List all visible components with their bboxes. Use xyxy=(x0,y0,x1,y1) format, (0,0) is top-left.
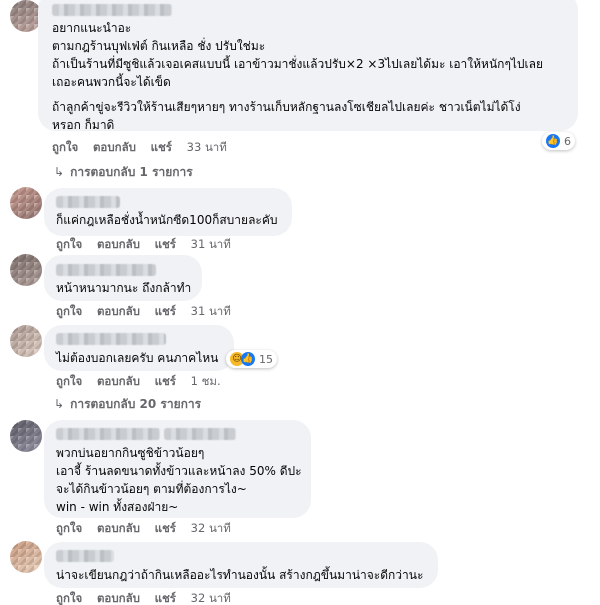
avatar[interactable] xyxy=(10,420,42,452)
reply-button[interactable]: ตอบกลับ xyxy=(97,591,140,605)
replies-label: การตอบกลับ 20 รายการ xyxy=(70,397,202,411)
avatar[interactable] xyxy=(10,541,42,573)
reply-arrow-icon: ↳ xyxy=(54,165,65,179)
comment-text: ตามกฎร้านบุฟเฟ่ต์ กินเหลือ ชั่ง ปรับใช่ม… xyxy=(52,39,266,53)
commenter-name[interactable] xyxy=(56,196,120,208)
comment-actions: ถูกใจ ตอบกลับ แชร์ 31 นาที xyxy=(56,304,242,318)
like-button[interactable]: ถูกใจ xyxy=(52,140,78,154)
comment-text: ถ้าเป็นร้านที่มีซูชิแล้วเจอเคสแบบนี้ เอา… xyxy=(52,57,544,71)
share-button[interactable]: แชร์ xyxy=(155,304,176,318)
reply-button[interactable]: ตอบกลับ xyxy=(97,374,140,388)
like-icon: 👍 xyxy=(241,352,255,366)
timestamp[interactable]: 32 นาที xyxy=(191,591,231,605)
comment-text: ก็แค่กฎเหลือชั่งน้ำหนักซีด100ก็สบายละคับ xyxy=(56,213,278,227)
commenter-name[interactable] xyxy=(56,333,166,345)
comment-text: ถ้าลูกค้าขู่จะรีวิวให้ร้านเสียๆหายๆ ทางร… xyxy=(52,100,521,114)
commenter-name[interactable] xyxy=(56,264,156,276)
comment-text: น่าจะเขียนกฎว่าถ้ากินเหลืออะไรทำนองนั้น … xyxy=(56,568,424,582)
reaction-summary[interactable]: ☺ 👍 15 xyxy=(226,350,277,368)
share-button[interactable]: แชร์ xyxy=(155,374,176,388)
share-button[interactable]: แชร์ xyxy=(155,591,176,605)
comment-text: พวกบ่นอยากกินซูชิข้าวน้อยๆ xyxy=(56,446,205,460)
comment-text: win - win ทั้งสองฝ่าย~ xyxy=(56,500,179,514)
comment-text: เอาจี้ ร้านลดขนาดทั้งข้าวและหน้าลง 50% ด… xyxy=(56,464,302,478)
reaction-count: 15 xyxy=(259,352,273,366)
comment-text: ไม่ต้องบอกเลยครับ คนภาคไหน xyxy=(56,351,219,365)
comment-actions: ถูกใจ ตอบกลับ แชร์ 32 นาที xyxy=(56,591,242,605)
timestamp[interactable]: 33 นาที xyxy=(187,140,227,154)
timestamp[interactable]: 32 นาที xyxy=(191,521,231,535)
reply-arrow-icon: ↳ xyxy=(54,397,65,411)
reply-button[interactable]: ตอบกลับ xyxy=(97,237,140,251)
reaction-summary[interactable]: 👍 6 xyxy=(542,132,575,150)
like-button[interactable]: ถูกใจ xyxy=(56,591,82,605)
avatar[interactable] xyxy=(10,254,42,286)
reply-button[interactable]: ตอบกลับ xyxy=(93,140,136,154)
comment-actions: ถูกใจ ตอบกลับ แชร์ 1 ชม. xyxy=(56,374,232,388)
reply-button[interactable]: ตอบกลับ xyxy=(97,304,140,318)
comment-text: หรอก ก็มาดิ xyxy=(52,118,115,132)
comment-actions: ถูกใจ ตอบกลับ แชร์ 33 นาที xyxy=(52,140,238,154)
comment-actions: ถูกใจ ตอบกลับ แชร์ 32 นาที xyxy=(56,521,242,535)
like-button[interactable]: ถูกใจ xyxy=(56,304,82,318)
view-replies-link[interactable]: ↳ การตอบกลับ 20 รายการ xyxy=(54,397,201,411)
reaction-count: 6 xyxy=(564,134,571,148)
comment-text: หน้าหนามากนะ ถึงกล้าทำ xyxy=(56,281,192,295)
commenter-name[interactable] xyxy=(56,550,114,562)
comment-text: จะได้กินข้าวน้อยๆ ตามที่ต้องการไง~ xyxy=(56,482,247,496)
timestamp[interactable]: 31 นาที xyxy=(191,237,231,251)
like-button[interactable]: ถูกใจ xyxy=(56,374,82,388)
commenter-name[interactable] xyxy=(52,4,172,16)
like-icon: 👍 xyxy=(546,134,560,148)
share-button[interactable]: แชร์ xyxy=(151,140,172,154)
replies-label: การตอบกลับ 1 รายการ xyxy=(70,165,193,179)
share-button[interactable]: แชร์ xyxy=(155,521,176,535)
comment-text: อยากแนะนำอะ xyxy=(52,21,132,35)
timestamp[interactable]: 1 ชม. xyxy=(191,374,221,388)
commenter-name[interactable] xyxy=(56,428,160,440)
comment-text: เถอะคนพวกนี้จะได้เข็ด xyxy=(52,75,171,89)
avatar[interactable] xyxy=(10,325,42,357)
commenter-name-extra xyxy=(164,428,236,440)
view-replies-link[interactable]: ↳ การตอบกลับ 1 รายการ xyxy=(54,165,193,179)
timestamp[interactable]: 31 นาที xyxy=(191,304,231,318)
like-button[interactable]: ถูกใจ xyxy=(56,521,82,535)
avatar[interactable] xyxy=(10,187,42,219)
like-button[interactable]: ถูกใจ xyxy=(56,237,82,251)
share-button[interactable]: แชร์ xyxy=(155,237,176,251)
reply-button[interactable]: ตอบกลับ xyxy=(97,521,140,535)
comment-actions: ถูกใจ ตอบกลับ แชร์ 31 นาที xyxy=(56,237,242,251)
